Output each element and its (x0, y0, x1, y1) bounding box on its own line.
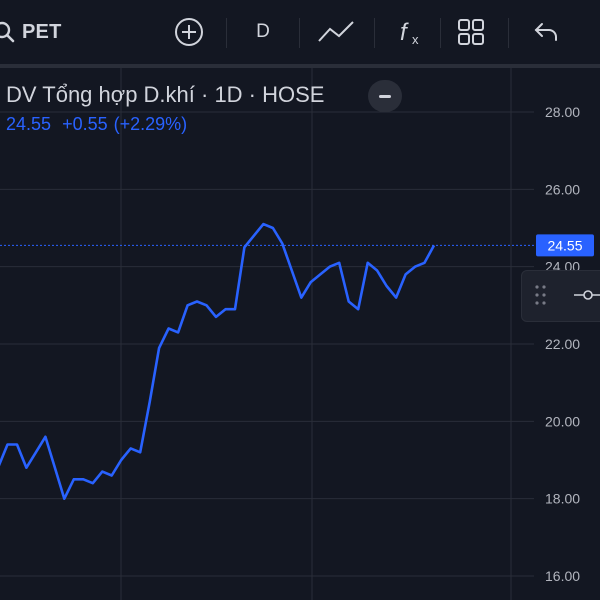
y-tick-label: 18.00 (545, 491, 580, 507)
legend-values: 24.55 +0.55 (+2.29%) (6, 114, 324, 135)
toolbar-separator (440, 18, 441, 48)
legend-title: DV Tổng hợp D.khí · 1D · HOSE (6, 82, 325, 107)
add-compare-icon (175, 18, 203, 46)
interval-button[interactable]: D (246, 14, 280, 50)
svg-text:x: x (412, 32, 419, 47)
horizontal-line-tool-icon (574, 290, 600, 300)
undo-button[interactable] (530, 14, 562, 50)
y-tick-label: 28.00 (545, 104, 580, 120)
toolbar-separator (226, 18, 227, 48)
symbol-search-button[interactable]: PET (0, 14, 62, 50)
y-tick-label: 22.00 (545, 336, 580, 352)
legend-collapse-button[interactable] (368, 80, 402, 112)
indicators-button[interactable]: f x (394, 14, 428, 50)
search-icon (0, 21, 15, 43)
layout-grid-icon (458, 19, 484, 45)
price-chart[interactable]: 16.0018.0020.0022.0024.0026.0028.00 24.5… (0, 68, 600, 600)
price-line (0, 222, 436, 500)
layout-button[interactable] (455, 14, 487, 50)
fx-icon: f x (400, 19, 419, 47)
y-tick-label: 20.00 (545, 413, 580, 429)
y-tick-label: 26.00 (545, 181, 580, 197)
undo-icon (534, 23, 557, 41)
legend-change: +0.55 (62, 114, 108, 134)
chart-legend: DV Tổng hợp D.khí · 1D · HOSE 24.55 +0.5… (6, 82, 324, 135)
svg-text:f: f (400, 19, 409, 46)
svg-text:24.55: 24.55 (547, 237, 582, 253)
symbol-label: PET (22, 20, 62, 43)
toolbar-separator (374, 18, 375, 48)
drawing-tools-widget[interactable] (521, 270, 600, 322)
toolbar-separator (299, 18, 300, 48)
chart-type-button[interactable] (316, 14, 356, 50)
drag-handle-icon (535, 285, 546, 305)
toolbar-separator (508, 18, 509, 48)
last-price-label: 24.55 (536, 234, 594, 257)
legend-last-price: 24.55 (6, 114, 52, 134)
y-tick-label: 16.00 (545, 568, 580, 584)
top-toolbar: PET D f x (0, 0, 600, 64)
minus-icon (379, 94, 391, 98)
legend-change-percent: (+2.29%) (113, 114, 188, 134)
indicator-line-icon (318, 21, 354, 42)
add-compare-button[interactable] (172, 14, 206, 50)
